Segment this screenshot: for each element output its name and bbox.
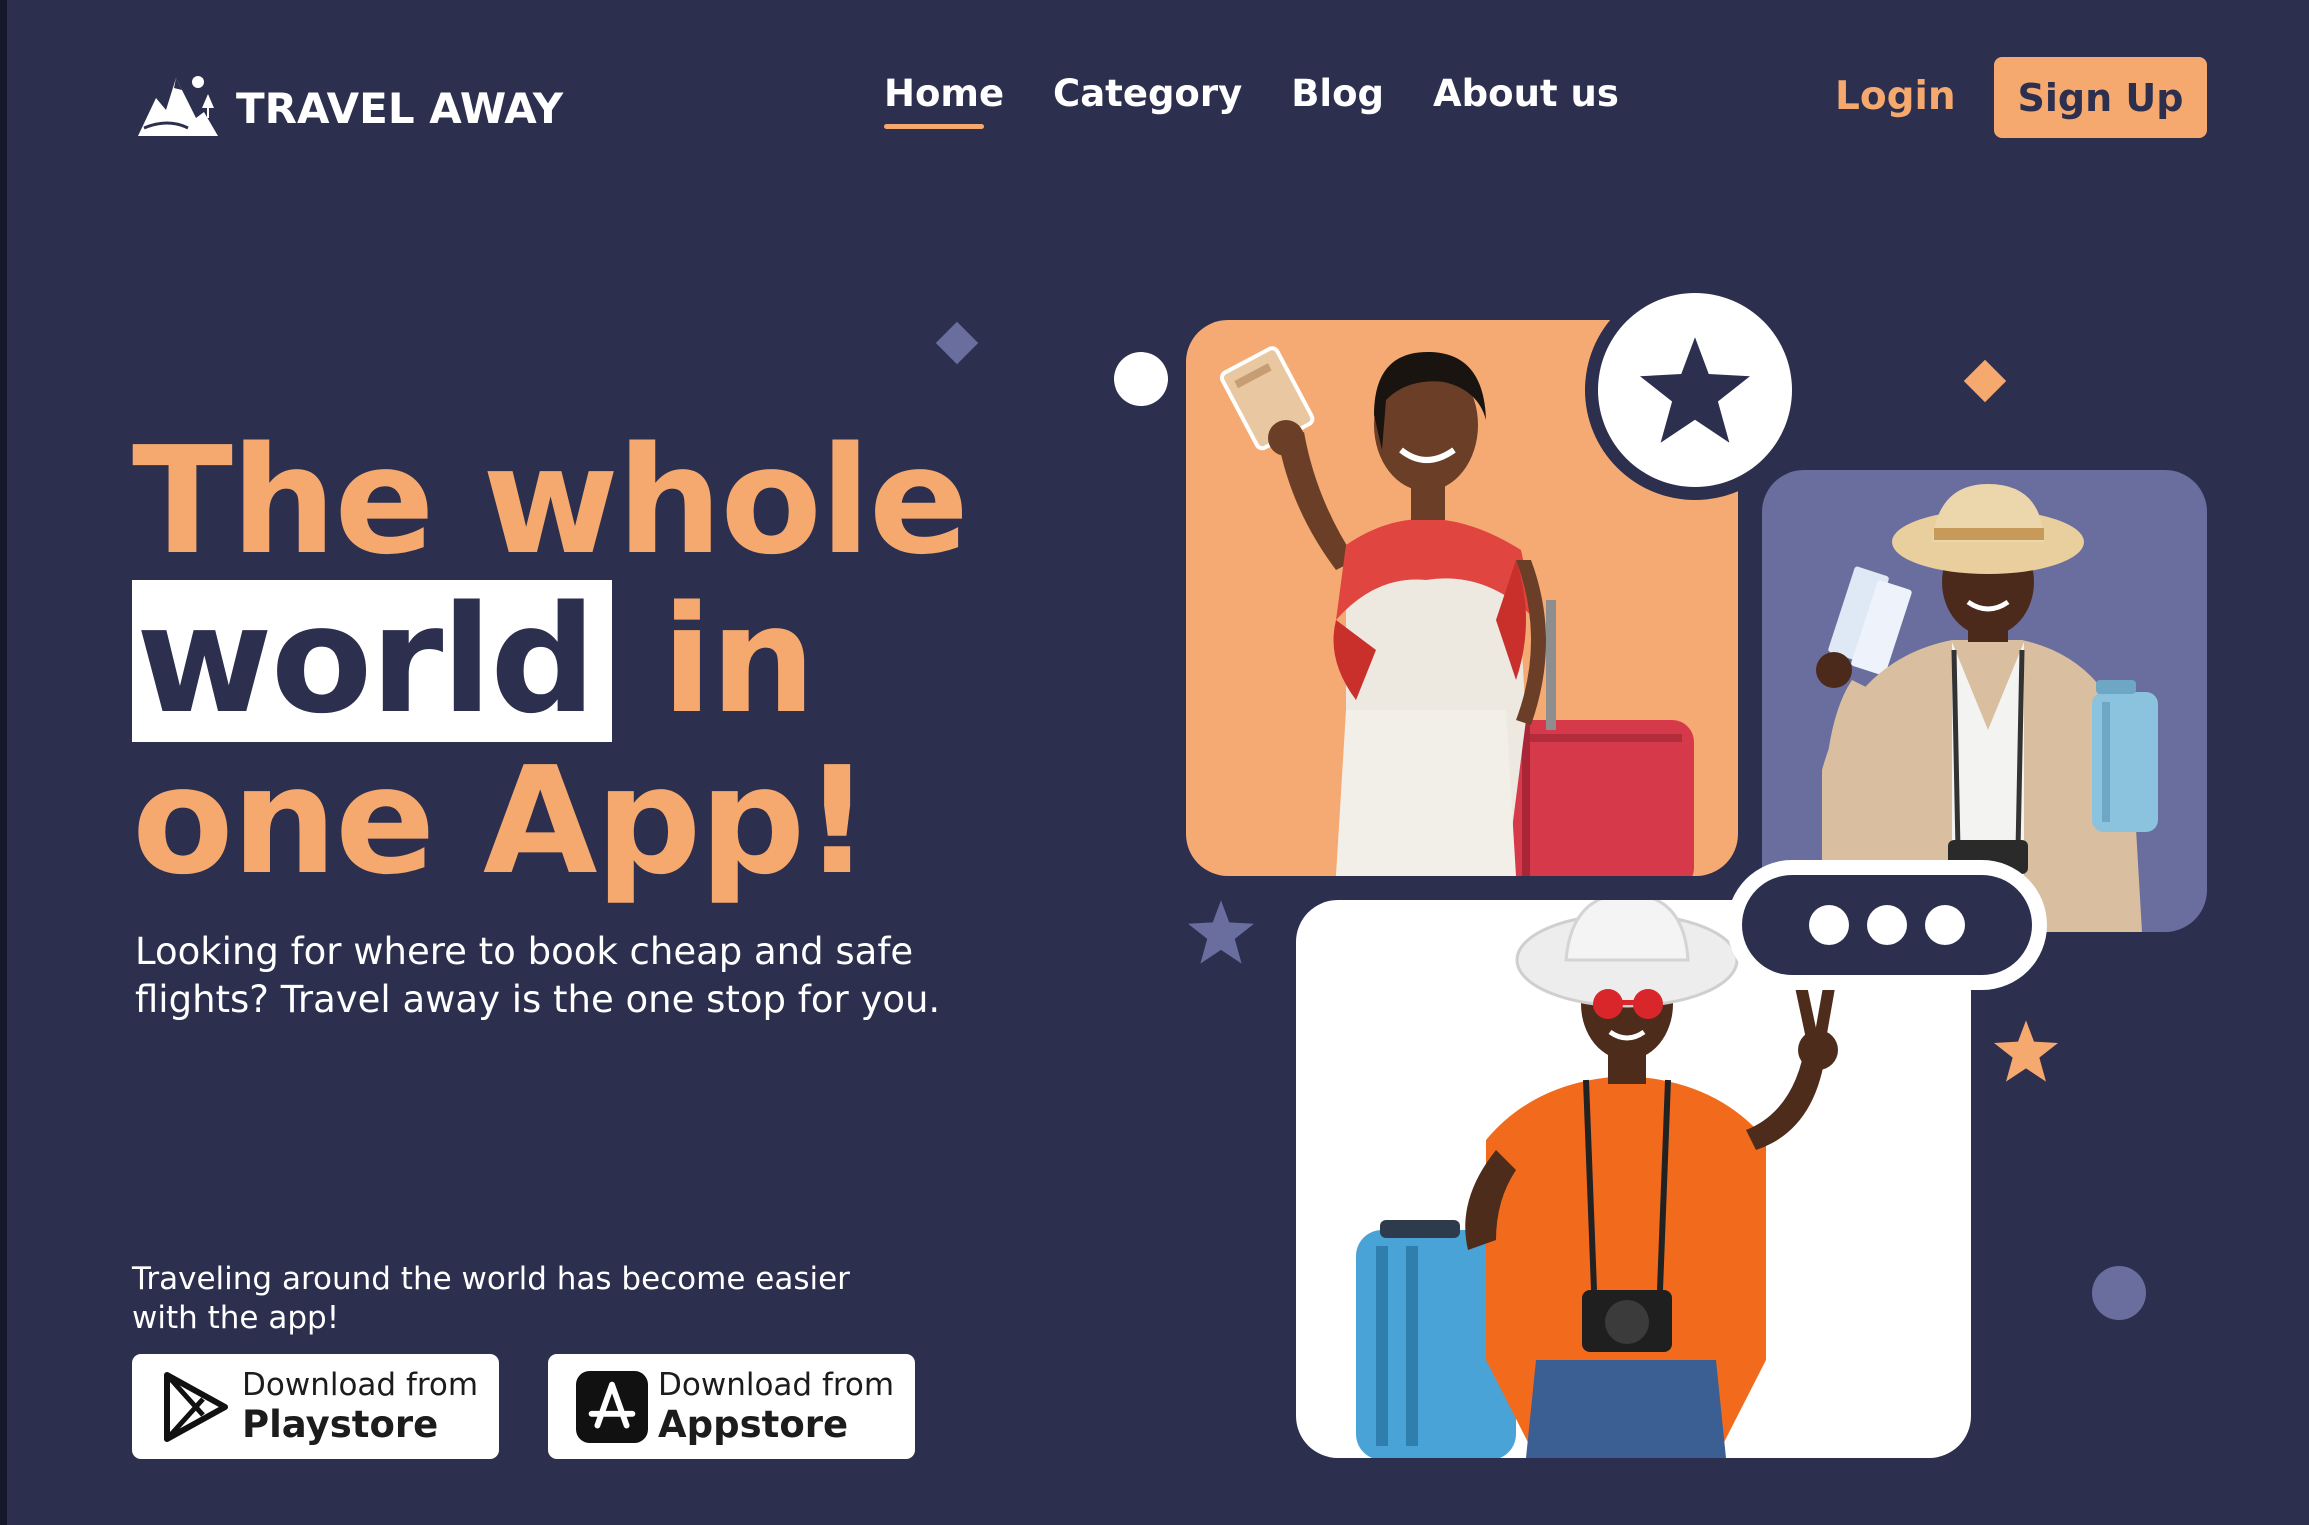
decor-diamond-orange — [1963, 359, 2007, 403]
playstore-label: Download from Playstore — [242, 1367, 478, 1447]
hero-headline: The whole world in one App! — [132, 415, 969, 907]
signup-button[interactable]: Sign Up — [1994, 57, 2207, 138]
headline-highlight: world — [132, 580, 613, 742]
chat-dot — [1867, 905, 1907, 945]
brand-logo[interactable]: TRAVEL AWAY — [138, 68, 563, 138]
window-edge — [0, 0, 7, 1525]
appstore-label: Download from Appstore — [658, 1367, 894, 1447]
appstore-button[interactable]: Download from Appstore — [548, 1354, 915, 1459]
appstore-icon — [576, 1370, 648, 1443]
main-nav: Home Category Blog About us — [884, 72, 1619, 129]
nav-about-us[interactable]: About us — [1433, 72, 1619, 115]
playstore-button[interactable]: Download from Playstore — [132, 1354, 499, 1459]
chat-dot — [1809, 905, 1849, 945]
headline-line-3: one App! — [132, 735, 871, 907]
chat-dot — [1925, 905, 1965, 945]
login-link[interactable]: Login — [1835, 74, 1956, 119]
decor-dot-purple — [2092, 1266, 2146, 1320]
nav-home[interactable]: Home — [884, 72, 1004, 129]
star-icon — [1640, 337, 1750, 443]
more-dots-icon — [1742, 875, 2032, 975]
landing-page: TRAVEL AWAY Home Category Blog About us … — [0, 0, 2309, 1525]
headline-line-2-rest: in — [661, 574, 816, 746]
brand-name: TRAVEL AWAY — [236, 83, 564, 133]
decor-diamond-purple — [935, 321, 979, 365]
favorite-badge-inner — [1598, 293, 1792, 487]
playstore-small-text: Download from — [242, 1366, 479, 1403]
appstore-big-text: Appstore — [658, 1402, 849, 1446]
favorite-badge — [1585, 280, 1805, 500]
mountain-logo-icon — [138, 76, 218, 136]
decor-star-purple-icon — [1188, 900, 1254, 964]
nav-category[interactable]: Category — [1053, 72, 1242, 115]
appstore-small-text: Download from — [658, 1366, 895, 1403]
hero-subtitle: Looking for where to book cheap and safe… — [135, 930, 941, 1021]
chat-bubble — [1727, 860, 2047, 990]
playstore-big-text: Playstore — [242, 1402, 439, 1446]
playstore-icon — [160, 1371, 232, 1443]
headline-line-1: The whole — [132, 415, 969, 587]
decor-dot-white — [1114, 352, 1168, 406]
nav-blog[interactable]: Blog — [1291, 72, 1384, 115]
decor-star-orange-icon — [1994, 1020, 2058, 1082]
app-tagline: Traveling around the world has become ea… — [132, 1261, 850, 1336]
headline-line-2: world in — [132, 580, 967, 742]
